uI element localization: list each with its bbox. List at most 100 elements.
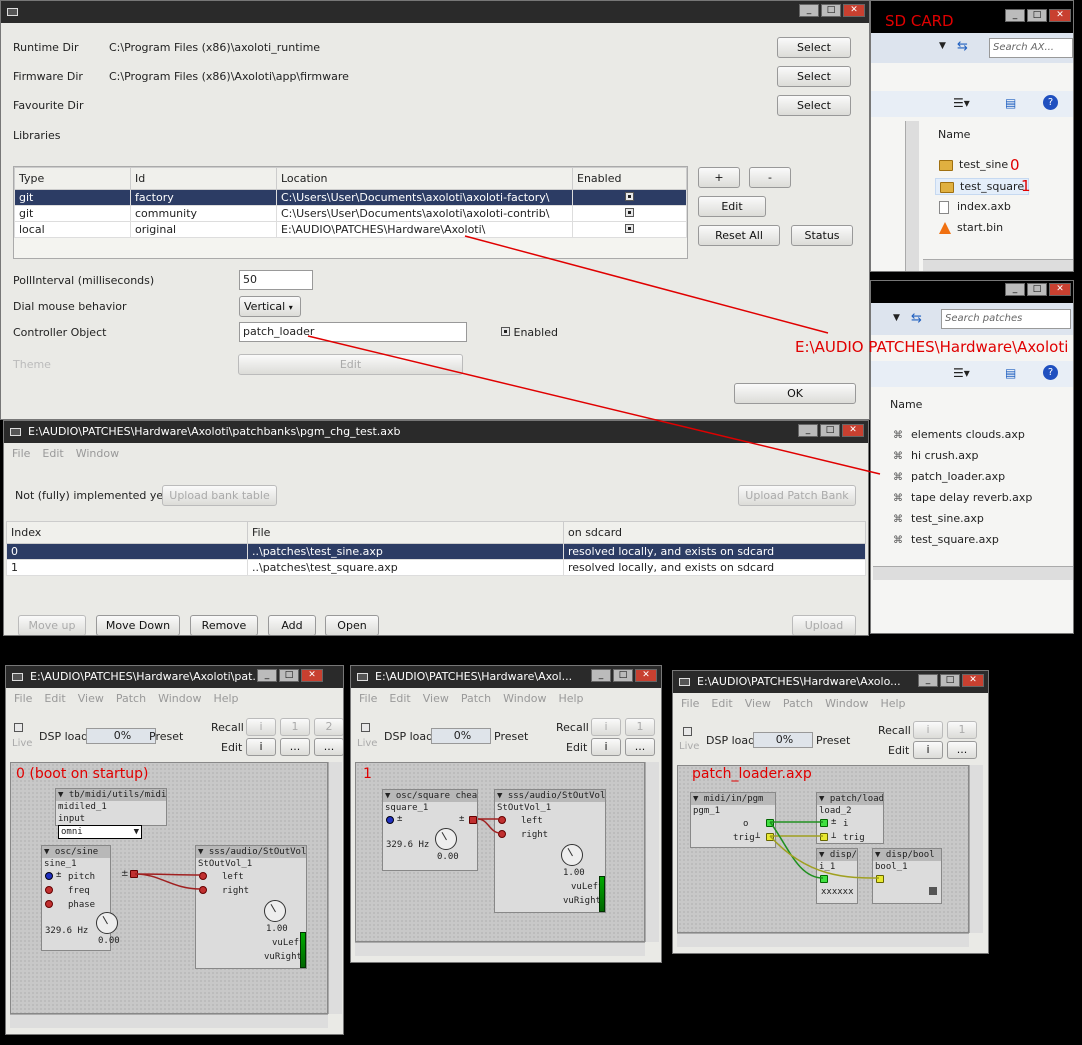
close-icon[interactable]: ✕ [1049,9,1071,22]
col-enabled[interactable]: Enabled [572,167,687,190]
edit-i-button[interactable]: i [246,738,276,756]
recall-2-button[interactable]: 2 [314,718,343,736]
edit-dots2-button[interactable]: ... [314,738,343,756]
remove-library-button[interactable]: - [749,167,791,188]
live-checkbox[interactable] [14,723,23,732]
recall-1-button[interactable]: 1 [280,718,310,736]
col-location[interactable]: Location [276,167,573,190]
upload-bank-table-button[interactable]: Upload bank table [162,485,277,506]
controller-enabled-checkbox[interactable] [501,327,510,336]
col-index[interactable]: Index [6,521,248,544]
controller-enabled[interactable]: Enabled [501,326,558,339]
live-checkbox[interactable] [683,727,692,736]
list-item[interactable]: test_sine [939,158,1008,171]
table-row[interactable]: local original E:\AUDIO\PATCHES\Hardware… [14,221,687,238]
poll-interval-input[interactable]: 50 [239,270,313,290]
col-type[interactable]: Type [14,167,131,190]
live-checkbox[interactable] [361,723,370,732]
menu-view[interactable]: View [78,692,104,705]
menu-help[interactable]: Help [213,692,238,705]
edit-dots-button[interactable]: ... [280,738,310,756]
recall-1-button[interactable]: 1 [625,718,655,736]
maximize-icon[interactable]: □ [1027,9,1047,22]
menu-window[interactable]: Window [825,697,868,710]
recall-1-button[interactable]: 1 [947,721,977,739]
chevron-down-icon[interactable]: ▼ [893,313,900,323]
maximize-icon[interactable]: □ [1027,283,1047,296]
list-item[interactable]: ⌘ tape delay reverb.axp [893,491,1032,504]
explorer1-search-input[interactable]: Search AX... [989,38,1073,58]
add-button[interactable]: Add [268,615,316,635]
preview-pane-icon[interactable]: ▤ [1005,96,1016,110]
controller-object-input[interactable]: patch_loader [239,322,467,342]
enabled-checkbox[interactable] [625,192,634,201]
explorer2-hscrollbar[interactable] [873,566,1073,580]
edit-i-button[interactable]: i [913,741,943,759]
list-item[interactable]: ⌘ elements clouds.axp [893,428,1025,441]
menu-view[interactable]: View [423,692,449,705]
view-list-icon[interactable]: ☰▾ [953,366,970,380]
help-icon[interactable]: ? [1043,95,1058,110]
patch1-canvas[interactable]: ▼ tb/midi/utils/midiled midiled_1 input … [10,762,328,1014]
recall-i-button[interactable]: i [246,718,276,736]
close-icon[interactable]: ✕ [962,674,984,687]
refresh-icon[interactable]: ⇆ [957,39,968,54]
patch3-hscrollbar[interactable] [677,933,969,947]
list-item[interactable]: ⌘ patch_loader.axp [893,470,1005,483]
menu-patch[interactable]: Patch [783,697,813,710]
menu-window[interactable]: Window [76,447,119,460]
maximize-icon[interactable]: □ [613,669,633,682]
minimize-icon[interactable]: _ [257,669,277,682]
remove-button[interactable]: Remove [190,615,258,635]
patch1-vscrollbar[interactable] [328,762,342,1014]
upload-patch-bank-button[interactable]: Upload Patch Bank [738,485,856,506]
minimize-icon[interactable]: _ [1005,283,1025,296]
menu-file[interactable]: File [14,692,32,705]
reset-all-button[interactable]: Reset All [698,225,780,246]
recall-i-button[interactable]: i [591,718,621,736]
help-icon[interactable]: ? [1043,365,1058,380]
explorer2-search-input[interactable]: Search patches [941,309,1071,329]
name-column-header[interactable]: Name [938,128,970,141]
recall-i-button[interactable]: i [913,721,943,739]
menu-window[interactable]: Window [158,692,201,705]
table-row[interactable]: git community C:\Users\User\Documents\ax… [14,205,687,222]
edit-i-button[interactable]: i [591,738,621,756]
menu-edit[interactable]: Edit [42,447,63,460]
enabled-checkbox[interactable] [625,224,634,233]
table-row[interactable]: 0 ..\patches\test_sine.axp resolved loca… [6,543,866,560]
menu-help[interactable]: Help [558,692,583,705]
name-column-header[interactable]: Name [890,398,922,411]
table-row[interactable]: git factory C:\Users\User\Documents\axol… [14,189,687,206]
close-icon[interactable]: ✕ [635,669,657,682]
minimize-icon[interactable]: _ [591,669,611,682]
close-icon[interactable]: ✕ [842,424,864,437]
list-item[interactable]: ⌘ test_sine.axp [893,512,984,525]
col-id[interactable]: Id [130,167,277,190]
patch2-canvas[interactable]: ▼ osc/square cheap square_1 ± 329.6 Hz 0… [355,762,645,942]
menu-window[interactable]: Window [503,692,546,705]
favourite-select-button[interactable]: Select [777,95,851,116]
preview-pane-icon[interactable]: ▤ [1005,366,1016,380]
close-icon[interactable]: ✕ [301,669,323,682]
patch2-hscrollbar[interactable] [355,942,645,956]
menu-edit[interactable]: Edit [389,692,410,705]
runtime-select-button[interactable]: Select [777,37,851,58]
open-button[interactable]: Open [325,615,379,635]
move-up-button[interactable]: Move up [18,615,86,635]
list-item[interactable]: start.bin [939,221,1003,234]
menu-file[interactable]: File [12,447,30,460]
maximize-icon[interactable]: □ [279,669,299,682]
col-file[interactable]: File [247,521,564,544]
minimize-icon[interactable]: _ [918,674,938,687]
view-list-icon[interactable]: ☰▾ [953,96,970,110]
edit-library-button[interactable]: Edit [698,196,766,217]
close-icon[interactable]: ✕ [1049,283,1071,296]
list-item[interactable]: ⌘ hi crush.axp [893,449,979,462]
explorer1-hscrollbar[interactable] [923,259,1073,271]
edit-dots-button[interactable]: ... [625,738,655,756]
menu-help[interactable]: Help [880,697,905,710]
dial-behavior-select[interactable]: Vertical ▾ [239,296,301,317]
maximize-icon[interactable]: □ [821,4,841,17]
minimize-icon[interactable]: _ [1005,9,1025,22]
